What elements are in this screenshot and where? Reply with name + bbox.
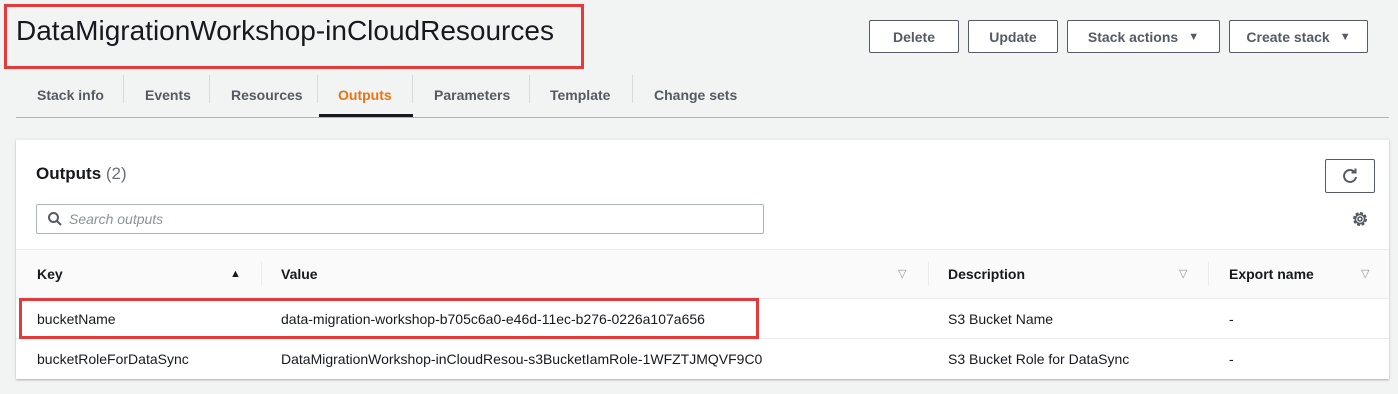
annotation-highlight-row [19, 298, 759, 339]
tab-template[interactable]: Template [550, 72, 610, 117]
active-tab-indicator [319, 114, 413, 117]
update-button[interactable]: Update [968, 20, 1058, 53]
column-divider [1208, 262, 1209, 286]
tab-divider [412, 75, 413, 103]
refresh-icon [1343, 168, 1357, 183]
stack-actions-button[interactable]: Stack actions ▼ [1067, 20, 1220, 53]
tab-events[interactable]: Events [145, 72, 191, 117]
column-header-description[interactable]: Description [948, 250, 1025, 298]
tab-divider [209, 75, 210, 103]
tab-divider [123, 75, 124, 103]
cell-description: S3 Bucket Role for DataSync [948, 351, 1130, 367]
tab-stack-info[interactable]: Stack info [37, 72, 104, 117]
cell-value: DataMigrationWorkshop-inCloudResou-s3Buc… [281, 351, 763, 367]
filter-caret-icon[interactable]: ▽ [1179, 267, 1187, 280]
cell-description: S3 Bucket Name [948, 311, 1054, 327]
annotation-highlight-title [4, 4, 584, 69]
column-divider [928, 262, 929, 286]
gear-icon[interactable] [1351, 210, 1369, 228]
table-header: Key ▲ Value ▽ Description ▽ Export name … [16, 249, 1389, 299]
delete-button-label: Delete [892, 28, 936, 45]
cell-export-name: - [1229, 311, 1234, 327]
column-header-key[interactable]: Key [37, 250, 63, 298]
cell-key: bucketRoleForDataSync [37, 351, 189, 367]
search-icon [48, 212, 62, 226]
stack-tabs: Stack info Events Resources Outputs Para… [16, 72, 1389, 118]
caret-down-icon: ▼ [1188, 30, 1200, 43]
sort-ascending-icon[interactable]: ▲ [230, 268, 241, 280]
refresh-button[interactable] [1325, 159, 1375, 193]
tab-divider [529, 75, 530, 103]
tab-change-sets[interactable]: Change sets [654, 72, 737, 117]
outputs-title: Outputs [36, 164, 102, 183]
search-input[interactable] [69, 205, 749, 233]
create-stack-label: Create stack [1246, 28, 1330, 45]
update-button-label: Update [989, 28, 1037, 45]
filter-caret-icon[interactable]: ▽ [1361, 267, 1369, 280]
outputs-count: (2) [105, 164, 127, 183]
outputs-panel: Outputs (2) Key ▲ Value ▽ Description ▽ … [16, 139, 1389, 379]
tab-resources[interactable]: Resources [231, 72, 303, 117]
outputs-heading: Outputs (2) [36, 164, 127, 184]
delete-button[interactable]: Delete [869, 20, 959, 53]
column-header-export-name[interactable]: Export name [1229, 250, 1314, 298]
stack-actions-label: Stack actions [1087, 28, 1179, 45]
tab-parameters[interactable]: Parameters [434, 72, 510, 117]
caret-down-icon: ▼ [1339, 30, 1351, 43]
column-divider [261, 262, 262, 286]
search-box [36, 204, 764, 234]
tab-divider [317, 75, 318, 103]
create-stack-button[interactable]: Create stack ▼ [1229, 20, 1368, 53]
filter-caret-icon[interactable]: ▽ [898, 267, 906, 280]
stack-actions-toolbar: Delete Update Stack actions ▼ Create sta… [869, 20, 1368, 53]
tab-outputs[interactable]: Outputs [338, 72, 392, 117]
column-header-value[interactable]: Value [281, 250, 318, 298]
tab-divider [632, 75, 633, 103]
cell-export-name: - [1229, 351, 1234, 367]
page-header: DataMigrationWorkshop-inCloudResources D… [0, 0, 1398, 70]
table-row: bucketRoleForDataSync DataMigrationWorks… [16, 339, 1389, 379]
